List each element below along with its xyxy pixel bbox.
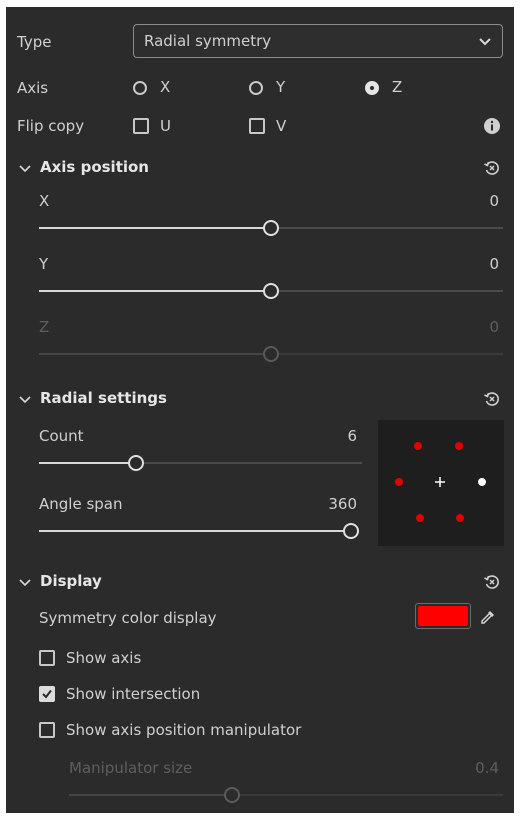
axis-x-label: X (160, 78, 171, 96)
collapse-chevron-icon[interactable] (18, 392, 32, 406)
source-dot (478, 478, 486, 486)
checkmark-icon (42, 689, 52, 699)
type-dropdown-value: Radial symmetry (144, 32, 272, 50)
reset-icon[interactable] (483, 390, 501, 408)
slider-fill (39, 353, 271, 355)
slider-handle[interactable] (127, 455, 144, 471)
symmetry-dot (456, 514, 464, 522)
slider-handle (223, 787, 240, 803)
axis-x-slider-value: 0 (489, 192, 499, 210)
center-cross-icon (435, 477, 445, 487)
slider-fill (39, 227, 271, 229)
symmetry-panel: Type Radial symmetry Axis X Y Z Flip cop… (6, 7, 514, 813)
flip-u-checkbox[interactable] (133, 118, 149, 134)
slider-fill (39, 462, 136, 464)
axis-z-slider (39, 346, 503, 362)
radial-symmetry-preview (378, 420, 504, 546)
display-title[interactable]: Display (40, 572, 102, 590)
slider-fill (39, 290, 271, 292)
slider-handle[interactable] (263, 283, 279, 299)
axis-y-slider[interactable] (39, 283, 503, 299)
symmetry-dot (455, 442, 463, 450)
count-value: 6 (347, 427, 357, 445)
symmetry-dot (395, 478, 403, 486)
axis-label: Axis (17, 79, 49, 97)
show-manipulator-checkbox[interactable] (39, 722, 55, 738)
axis-z-radio[interactable] (365, 81, 379, 95)
collapse-chevron-icon[interactable] (18, 575, 32, 589)
count-label: Count (39, 427, 84, 445)
collapse-chevron-icon[interactable] (18, 161, 32, 175)
eyedropper-icon[interactable] (479, 608, 497, 626)
symmetry-dot (416, 514, 424, 522)
symmetry-color-label: Symmetry color display (39, 609, 217, 627)
flip-v-label: V (276, 117, 287, 135)
type-label: Type (17, 33, 52, 51)
show-axis-label: Show axis (66, 649, 142, 667)
axis-z-label: Z (392, 78, 403, 96)
show-axis-checkbox[interactable] (39, 650, 55, 666)
symmetry-color-swatch[interactable] (415, 603, 471, 629)
axis-x-slider[interactable] (39, 220, 503, 236)
axis-x-slider-label: X (39, 192, 50, 210)
axis-z-slider-value: 0 (489, 318, 499, 336)
flip-copy-label: Flip copy (17, 117, 85, 135)
flip-v-checkbox[interactable] (249, 118, 265, 134)
count-slider[interactable] (39, 455, 362, 471)
color-fill (418, 606, 468, 626)
manipulator-size-label: Manipulator size (69, 759, 193, 777)
axis-y-slider-value: 0 (489, 255, 499, 273)
show-intersection-checkbox[interactable] (39, 686, 55, 702)
info-icon[interactable] (483, 117, 501, 135)
chevron-down-icon (479, 38, 491, 46)
angle-span-value: 360 (328, 495, 357, 513)
flip-u-label: U (160, 117, 171, 135)
type-dropdown[interactable]: Radial symmetry (133, 24, 503, 58)
slider-fill (69, 794, 232, 796)
reset-icon[interactable] (483, 159, 501, 177)
show-manipulator-label: Show axis position manipulator (66, 721, 302, 739)
radial-settings-title[interactable]: Radial settings (40, 389, 167, 407)
show-intersection-label: Show intersection (66, 685, 201, 703)
slider-handle[interactable] (343, 523, 359, 539)
slider-handle[interactable] (263, 220, 279, 236)
manipulator-size-value: 0.4 (475, 759, 499, 777)
angle-span-slider[interactable] (39, 523, 359, 539)
manipulator-size-slider (69, 787, 503, 803)
slider-fill (39, 530, 351, 532)
symmetry-dot (414, 442, 422, 450)
axis-y-label: Y (276, 78, 286, 96)
axis-y-radio[interactable] (249, 81, 263, 95)
slider-handle (263, 346, 279, 362)
angle-span-label: Angle span (39, 495, 123, 513)
axis-z-slider-label: Z (39, 318, 50, 336)
axis-y-slider-label: Y (39, 255, 49, 273)
axis-position-title[interactable]: Axis position (40, 158, 149, 176)
reset-icon[interactable] (483, 573, 501, 591)
axis-x-radio[interactable] (133, 81, 147, 95)
